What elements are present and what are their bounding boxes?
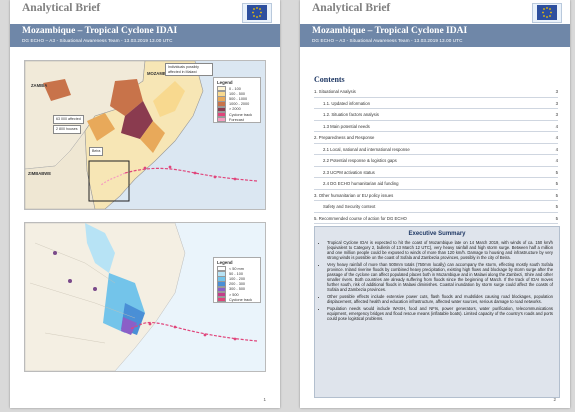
legend-label: 50 - 100 — [229, 271, 243, 276]
toc-entry[interactable]: 5. Recommended course of action for DG E… — [314, 213, 558, 224]
legend-label: 200 - 300 — [229, 282, 246, 287]
toc-entry-label: 1.3 Main potential needs — [323, 123, 370, 129]
toc-entry-page: 4 — [555, 146, 558, 152]
eu-flag-icon — [532, 3, 562, 23]
label-zambia: ZAMBIA — [31, 83, 48, 88]
toc-entry-page: 3 — [555, 89, 558, 94]
toc-entry-page: 5 — [555, 215, 558, 221]
legend-label: 100 - 500 — [229, 91, 246, 96]
summary-bullet: Very heavy rainfall of more than 500mm t… — [327, 262, 553, 293]
report-subtitle: DG ECHO – A3 - Situational Awareness Tea… — [312, 37, 463, 43]
title-banner: Mozambique – Tropical Cyclone IDAI DG EC… — [10, 24, 280, 47]
summary-bullet: Population needs would include WASH, foo… — [327, 306, 553, 321]
toc-entry-page: 4 — [555, 135, 558, 140]
toc-entry-label: 2.2 Potential response & logistics gaps — [323, 158, 397, 163]
toc-entry[interactable]: 2.2 Potential response & logistics gaps 4 — [314, 155, 558, 167]
table-of-contents: 1. Situational Analysis 3 1.1. Updated inf… — [314, 86, 558, 236]
cyclone-impact-map: ZAMBIA ZIMBABWE MOZAMBIQUE Individuals p… — [24, 60, 266, 210]
report-subtitle: DG ECHO – A3 - Situational Awareness Tea… — [22, 37, 173, 43]
toc-entry-label: 1. Situational Analysis — [314, 89, 356, 94]
toc-entry[interactable]: 3. Other humanitarian or EU policy issue… — [314, 190, 558, 201]
legend-title: Legend — [217, 80, 233, 85]
toc-entry-label: 3. Other humanitarian or EU policy issue… — [314, 192, 394, 198]
toc-entry[interactable]: 1. Situational Analysis 3 — [314, 86, 558, 98]
toc-entry-label: 2. Preparedness and Response — [314, 135, 375, 140]
legend-label: 100 - 200 — [229, 276, 246, 281]
brief-title: Analytical Brief — [22, 2, 101, 14]
toc-entry-label: 2.4 DG ECHO humanitarian aid funding — [323, 181, 399, 186]
legend-label: 500 - 1000 — [229, 96, 248, 101]
eu-flag-icon — [242, 3, 272, 23]
map1-legend: Legend 0 - 100 100 - 500 500 - 1000 1000 - … — [213, 77, 261, 124]
toc-entry-page: 3 — [555, 100, 558, 106]
toc-entry-page: 4 — [555, 123, 558, 129]
toc-entry[interactable]: 2. Preparedness and Response 4 — [314, 132, 558, 144]
legend-swatch — [217, 116, 226, 123]
callout-malawi: Individuals possibly affected in Malawi — [165, 63, 213, 77]
legend-label: > 2000 — [229, 107, 241, 112]
toc-entry[interactable]: 2.3 UCPM activation status 5 — [314, 167, 558, 178]
page-number: 1 — [263, 397, 266, 402]
toc-entry-label: 2.3 UCPM activation status — [323, 169, 375, 175]
toc-entry-page: 5 — [555, 181, 558, 186]
toc-entry-label: 1.2. Situation factors analysis — [323, 112, 379, 117]
legend-item: Cyclone track — [217, 296, 257, 303]
brief-title: Analytical Brief — [312, 2, 391, 14]
report-title: Mozambique – Tropical Cyclone IDAI — [312, 26, 468, 36]
toc-entry[interactable]: 1.1. Updated information 3 — [314, 98, 558, 109]
rainfall-forecast-map: Legend < 50 mm 50 - 100 100 - 200 200 - 300… — [24, 222, 266, 372]
legend-item: Forecast — [217, 116, 257, 123]
toc-entry[interactable]: 1.2. Situation factors analysis 3 — [314, 109, 558, 121]
toc-entry-label: 2.1 Local, national and international re… — [323, 146, 410, 152]
legend-label: 1000 - 2000 — [229, 102, 250, 107]
legend-title: Legend — [217, 260, 233, 265]
toc-entry-label: 1.1. Updated information — [323, 100, 371, 106]
toc-entry-label: Safety and Security context — [323, 204, 376, 209]
page-1: Analytical Brief Mozambique – Tropical C… — [10, 0, 280, 408]
legend-label: 300 - 500 — [229, 287, 246, 292]
callout-affected: 63 000 affected — [53, 115, 84, 124]
map2-legend: Legend < 50 mm 50 - 100 100 - 200 200 - 300… — [213, 257, 261, 304]
page-number: 2 — [553, 397, 556, 402]
contents-heading: Contents — [314, 75, 345, 84]
legend-label: Cyclone track — [229, 112, 253, 117]
toc-entry-page: 5 — [555, 169, 558, 175]
report-title: Mozambique – Tropical Cyclone IDAI — [22, 26, 178, 36]
toc-entry-label: 5. Recommended course of action for DG E… — [314, 215, 407, 221]
toc-entry-page: 5 — [555, 192, 558, 198]
legend-label: < 50 mm — [229, 266, 244, 271]
executive-summary-list: Tropical Cyclone IDAI is expected to hit… — [315, 240, 559, 321]
executive-summary-box: Executive Summary Tropical Cyclone IDAI … — [314, 226, 560, 398]
page-2: Analytical Brief Mozambique – Tropical C… — [300, 0, 570, 408]
legend-label: Forecast — [229, 117, 244, 122]
summary-bullet: Tropical Cyclone IDAI is expected to hit… — [327, 240, 553, 260]
toc-entry-page: 5 — [555, 204, 558, 209]
title-banner: Mozambique – Tropical Cyclone IDAI DG EC… — [300, 24, 570, 47]
toc-entry[interactable]: 1.3 Main potential needs 4 — [314, 121, 558, 132]
legend-label: > 500 — [229, 292, 239, 297]
executive-summary-title: Executive Summary — [408, 231, 466, 237]
toc-entry[interactable]: Safety and Security context 5 — [314, 201, 558, 213]
toc-entry[interactable]: 2.1 Local, national and international re… — [314, 144, 558, 155]
callout-beira: Beira — [89, 147, 104, 156]
callout-houses: 2 800 houses — [53, 125, 81, 134]
legend-label: Cyclone track — [229, 297, 253, 302]
legend-swatch — [217, 296, 226, 303]
toc-entry[interactable]: 2.4 DG ECHO humanitarian aid funding 5 — [314, 178, 558, 190]
summary-bullet: Other possible effects include extensive… — [327, 294, 553, 304]
toc-entry-page: 4 — [555, 158, 558, 163]
legend-label: 0 - 100 — [229, 86, 241, 91]
label-zimbabwe: ZIMBABWE — [28, 171, 52, 176]
toc-entry-page: 3 — [555, 112, 558, 117]
